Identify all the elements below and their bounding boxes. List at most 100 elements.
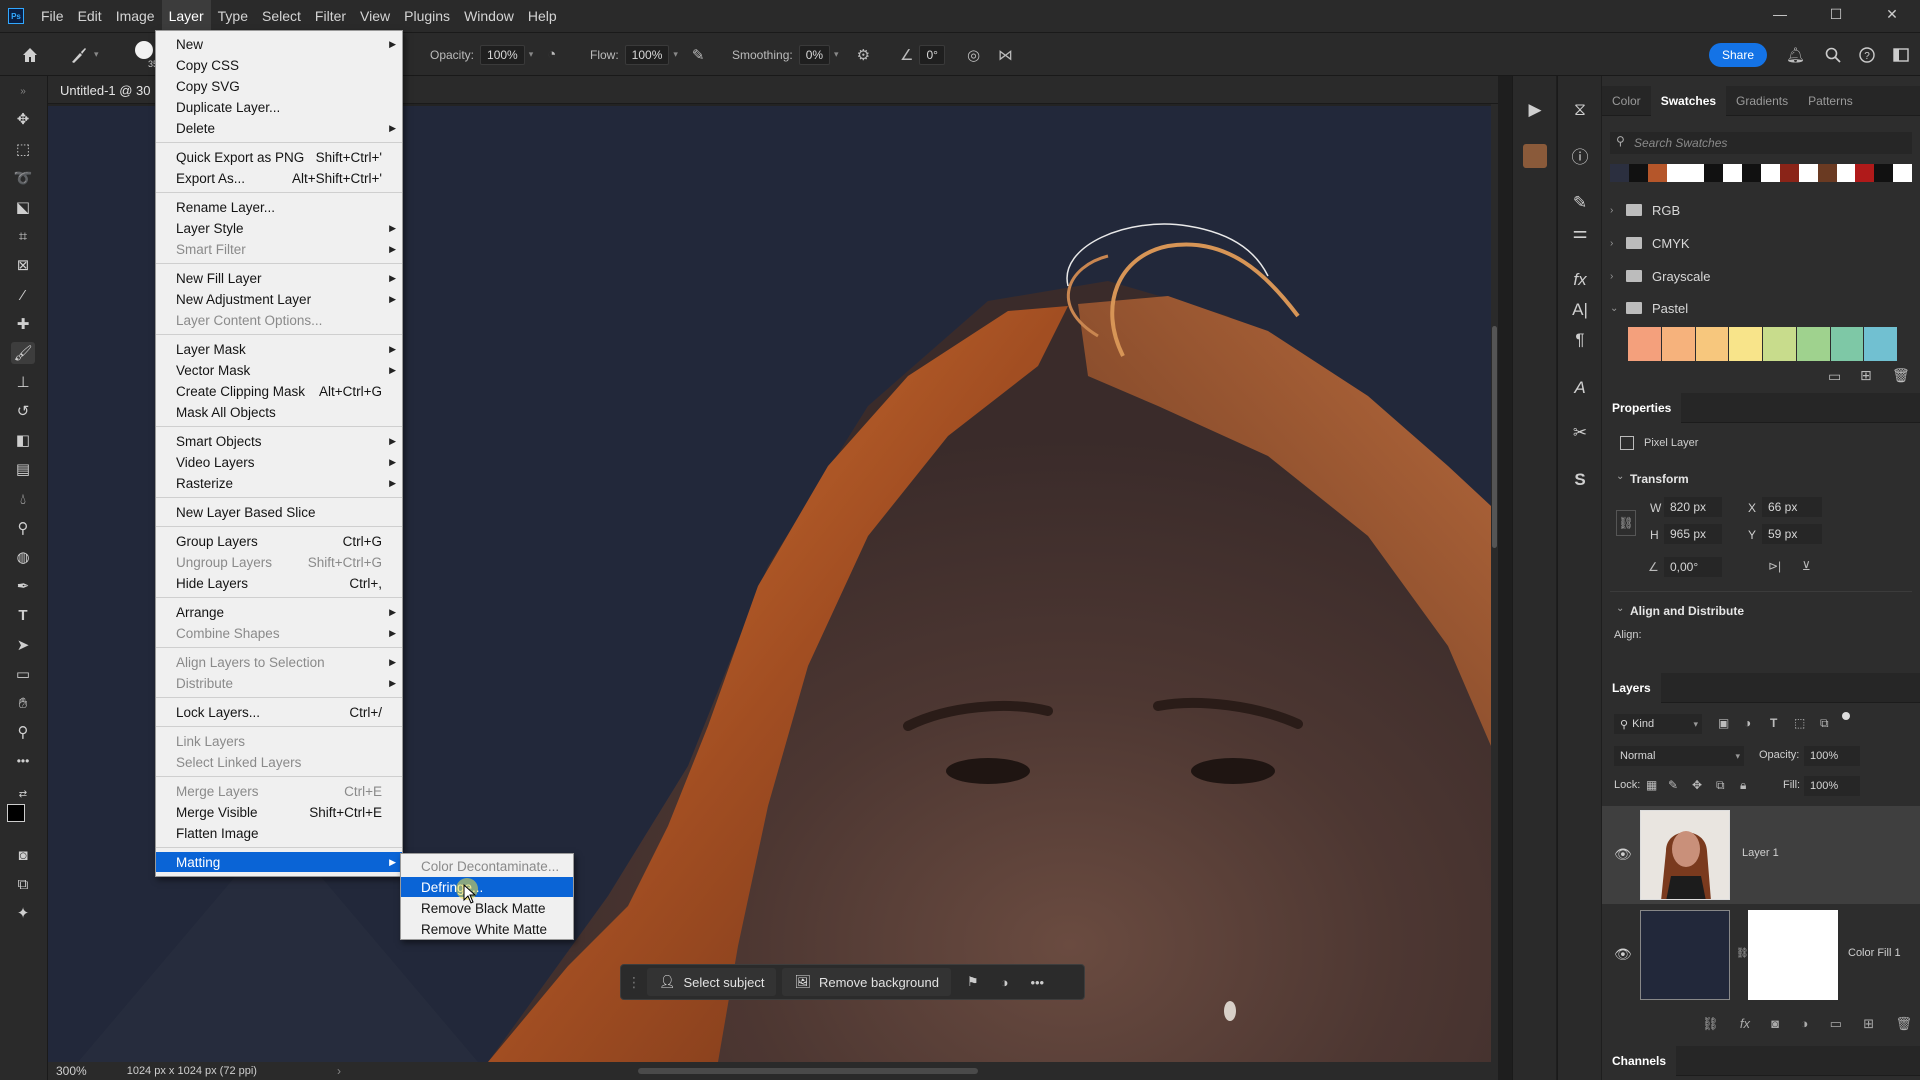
new-group-folder-icon[interactable]: ▭	[1828, 368, 1841, 385]
character-icon[interactable]: A|	[1568, 298, 1592, 322]
zoom-level[interactable]: 300%	[56, 1064, 87, 1078]
document-tab[interactable]: Untitled-1 @ 30	[60, 83, 151, 98]
menu-item-new-adjustment-layer[interactable]: New Adjustment Layer ▶	[156, 289, 402, 309]
airbrush-icon[interactable]: ✎	[692, 46, 705, 64]
hand-tool-icon[interactable]: ✋︎	[11, 692, 35, 714]
symmetry-butterfly-icon[interactable]: ⋈	[998, 46, 1013, 64]
move-tool-icon[interactable]: ✥	[11, 108, 35, 130]
menu-item-matting[interactable]: Matting ▶	[156, 852, 402, 872]
play-actions-icon[interactable]: ▶	[1523, 98, 1547, 122]
gradient-tool-icon[interactable]: ▤	[11, 458, 35, 480]
swatch-folder-pastel[interactable]: ⌄ Pastel	[1610, 296, 1910, 320]
visibility-eye-icon[interactable]: 👁︎	[1614, 946, 1632, 963]
eraser-tool-icon[interactable]: ◧	[11, 429, 35, 451]
smoothing-settings-gear-icon[interactable]: ⚙	[857, 46, 870, 64]
menu-file[interactable]: File	[34, 0, 71, 33]
swatch-folder-cmyk[interactable]: › CMYK	[1610, 231, 1910, 255]
brushes-icon[interactable]: ✎	[1568, 191, 1592, 215]
visibility-eye-icon[interactable]: 👁︎	[1614, 846, 1632, 863]
pen-tool-icon[interactable]: ✒	[11, 575, 35, 597]
x-position-input[interactable]: 66 px	[1762, 497, 1822, 517]
menu-item-rename-layer[interactable]: Rename Layer...	[156, 197, 402, 217]
menu-item-rasterize[interactable]: Rasterize ▶	[156, 473, 402, 493]
tab-swatches[interactable]: Swatches	[1650, 85, 1727, 116]
menu-window[interactable]: Window	[457, 0, 521, 33]
vertical-scrollbar[interactable]	[1491, 104, 1498, 1062]
menu-filter[interactable]: Filter	[308, 0, 353, 33]
mask-link-chain-icon[interactable]: ⛓	[1736, 948, 1749, 959]
menu-select[interactable]: Select	[255, 0, 308, 33]
brush-angle-input[interactable]: 0°	[919, 44, 945, 65]
vertical-scrollbar-thumb[interactable]	[1492, 326, 1497, 548]
fill-input[interactable]: 100%	[1804, 776, 1860, 796]
chevron-down-icon[interactable]: ▾	[529, 49, 534, 60]
close-button[interactable]: ✕	[1864, 0, 1920, 28]
menu-item-quick-export-as-png[interactable]: Quick Export as PNG Shift+Ctrl+'	[156, 147, 402, 167]
status-menu-chevron-icon[interactable]: ›	[337, 1064, 341, 1078]
pastel-swatch[interactable]	[1695, 327, 1729, 361]
menu-item-defringe[interactable]: Defringe...	[401, 877, 573, 897]
select-subject-button[interactable]: 👤︎ Select subject	[647, 968, 777, 996]
layer-name[interactable]: Layer 1	[1742, 847, 1779, 859]
recent-swatch[interactable]	[1779, 164, 1799, 182]
tab-gradients[interactable]: Gradients	[1726, 86, 1798, 116]
smoothing-input[interactable]: 0%	[798, 44, 831, 65]
swatch-folder-grayscale[interactable]: › Grayscale	[1610, 264, 1910, 288]
foreground-color-swatch[interactable]	[7, 804, 25, 822]
menu-item-merge-visible[interactable]: Merge Visible Shift+Ctrl+E	[156, 802, 402, 822]
healing-brush-tool-icon[interactable]: ✚	[11, 313, 35, 335]
menu-item-create-clipping-mask[interactable]: Create Clipping Mask Alt+Ctrl+G	[156, 381, 402, 401]
recent-swatch[interactable]	[1855, 164, 1875, 182]
horizontal-scrollbar-thumb[interactable]	[638, 1068, 978, 1074]
collapse-toolbar-icon[interactable]: »	[11, 80, 35, 102]
recent-swatch[interactable]	[1893, 164, 1912, 182]
marquee-tool-icon[interactable]: ⬚	[11, 138, 35, 160]
menu-item-mask-all-objects[interactable]: Mask All Objects	[156, 402, 402, 422]
screen-mode-icon[interactable]: ⧉	[11, 873, 35, 895]
filter-type-icon[interactable]: T	[1770, 716, 1777, 730]
brush-size-picker[interactable]: 35	[130, 33, 158, 76]
stock-icon[interactable]: S	[1568, 468, 1592, 492]
flow-input[interactable]: 100%	[624, 44, 670, 65]
opacity-input[interactable]: 100%	[480, 44, 525, 65]
drag-handle-icon[interactable]: ⋮	[627, 974, 641, 991]
height-input[interactable]: 965 px	[1664, 524, 1722, 544]
pastel-swatch[interactable]	[1628, 327, 1661, 361]
filter-adjustment-icon[interactable]: ◑	[1744, 716, 1751, 730]
layer-name[interactable]: Color Fill 1	[1848, 947, 1901, 959]
menu-item-group-layers[interactable]: Group Layers Ctrl+G	[156, 531, 402, 551]
brush-tool-icon[interactable]: 🖌︎	[11, 342, 35, 364]
pressure-opacity-icon[interactable]: ◔	[547, 46, 556, 63]
chevron-down-icon[interactable]: ▾	[834, 49, 839, 60]
recent-swatch[interactable]	[1798, 164, 1818, 182]
align-section-title[interactable]: Align and Distribute	[1630, 604, 1744, 618]
styles-fx-icon[interactable]: fx	[1568, 268, 1592, 292]
menu-edit[interactable]: Edit	[71, 0, 109, 33]
info-icon[interactable]: ⓘ	[1568, 143, 1592, 167]
filter-shape-icon[interactable]: ⬚	[1794, 716, 1805, 730]
tab-patterns[interactable]: Patterns	[1798, 86, 1863, 116]
recent-swatch[interactable]	[1704, 164, 1724, 182]
filter-smart-object-icon[interactable]: ⧉	[1820, 716, 1829, 731]
mask-icon[interactable]: ⚑	[967, 974, 979, 990]
menu-item-layer-mask[interactable]: Layer Mask ▶	[156, 339, 402, 359]
recent-swatch[interactable]	[1647, 164, 1667, 182]
history-icon[interactable]: ⧖	[1568, 98, 1592, 122]
recent-swatch[interactable]	[1817, 164, 1837, 182]
layer-style-fx-icon[interactable]: fx	[1740, 1016, 1750, 1036]
tab-properties[interactable]: Properties	[1602, 392, 1682, 423]
pastel-swatch[interactable]	[1729, 327, 1762, 361]
pastel-swatch[interactable]	[1796, 327, 1830, 361]
menu-item-new-layer-based-slice[interactable]: New Layer Based Slice	[156, 502, 402, 522]
menu-item-remove-black-matte[interactable]: Remove Black Matte	[401, 898, 573, 918]
menu-item-new-fill-layer[interactable]: New Fill Layer ▶	[156, 268, 402, 288]
menu-item-copy-css[interactable]: Copy CSS	[156, 55, 402, 75]
tab-layers[interactable]: Layers	[1602, 672, 1661, 703]
delete-layer-trash-icon[interactable]: 🗑︎	[1895, 1016, 1912, 1036]
layer-mask-thumbnail[interactable]	[1748, 910, 1838, 1000]
remove-background-button[interactable]: 🖼︎ Remove background	[782, 968, 951, 996]
new-layer-icon[interactable]: ⊞	[1863, 1016, 1874, 1036]
sponge-tool-icon[interactable]: ◍	[11, 546, 35, 568]
dodge-tool-icon[interactable]: ⚲	[11, 517, 35, 539]
pastel-swatch[interactable]	[1864, 327, 1897, 361]
